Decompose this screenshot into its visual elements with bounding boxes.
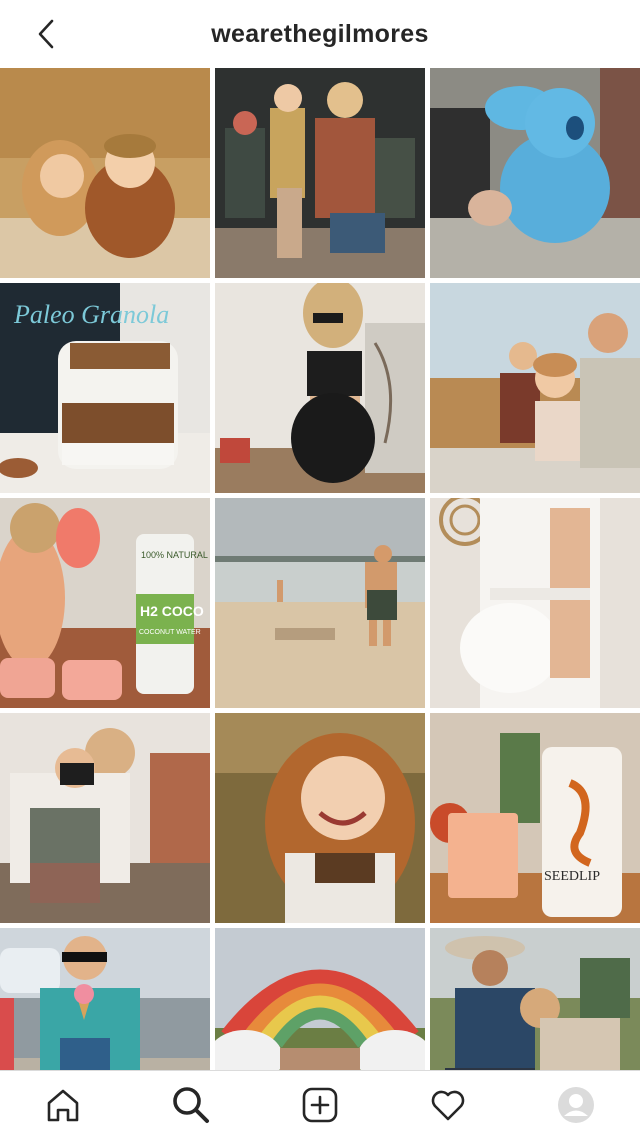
search-icon — [173, 1087, 209, 1123]
svg-text:H2 COCO: H2 COCO — [140, 603, 204, 619]
granola-label: Paleo Granola — [13, 300, 169, 329]
tab-home[interactable] — [41, 1083, 85, 1127]
svg-text:100% NATURAL: 100% NATURAL — [141, 550, 208, 560]
back-button[interactable] — [26, 14, 66, 54]
svg-text:COCONUT WATER: COCONUT WATER — [139, 629, 201, 636]
new-post-icon — [302, 1087, 338, 1123]
page-title: wearethegilmores — [211, 19, 429, 48]
post-coconut-water-popsicles[interactable]: 100% NATURAL H2 COCO COCONUT WATER — [0, 498, 210, 708]
post-blue-plush-toy[interactable] — [430, 68, 640, 278]
tab-activity[interactable] — [426, 1083, 470, 1127]
tab-new-post[interactable] — [298, 1083, 342, 1127]
post-pregnant-mirror-selfie[interactable] — [215, 283, 425, 493]
tab-profile[interactable] — [554, 1083, 598, 1127]
svg-text:SEEDLIP: SEEDLIP — [544, 869, 600, 884]
tab-search[interactable] — [169, 1083, 213, 1127]
post-family-blanket[interactable] — [430, 283, 640, 493]
post-smiling-girl-portrait[interactable] — [215, 713, 425, 923]
post-pregnant-white-dress[interactable] — [430, 498, 640, 708]
post-paleo-granola-jar[interactable]: Paleo Granola — [0, 283, 210, 493]
post-seedlip-drink[interactable]: SEEDLIP — [430, 713, 640, 923]
activity-heart-icon — [431, 1090, 465, 1121]
bottom-tab-bar — [0, 1070, 640, 1139]
home-icon — [47, 1089, 79, 1122]
post-mother-child-porch[interactable] — [215, 68, 425, 278]
post-grid: Paleo Granola 100% NATURAL H2 COCO COCON… — [0, 68, 640, 1138]
profile-avatar-icon — [558, 1087, 594, 1123]
post-kids-with-camera[interactable] — [0, 713, 210, 923]
profile-header: wearethegilmores — [0, 0, 640, 68]
post-kids-hugging-field[interactable] — [0, 68, 210, 278]
post-child-at-beach[interactable] — [215, 498, 425, 708]
chevron-left-icon — [38, 19, 54, 49]
